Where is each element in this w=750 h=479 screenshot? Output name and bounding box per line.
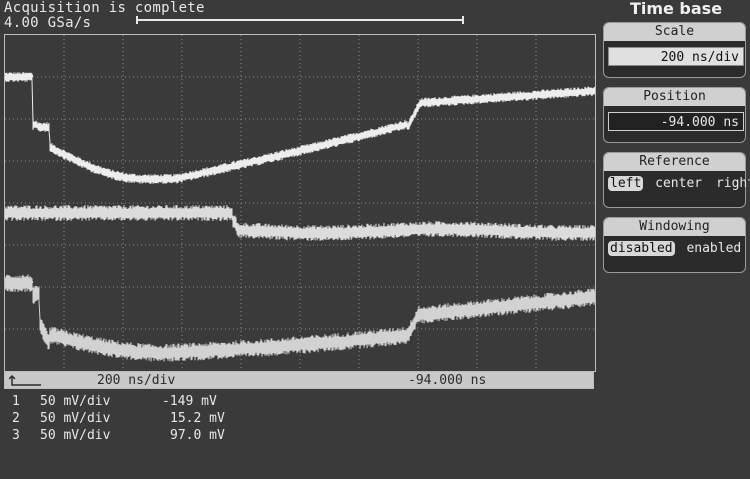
- reference-control[interactable]: Reference left center right: [603, 152, 750, 208]
- channel-offset: 97.0 mV: [170, 428, 225, 443]
- reference-option-right[interactable]: right: [714, 176, 750, 191]
- channel-scale: 50 mV/div: [40, 428, 111, 443]
- channel-row: 3 50 mV/div 97.0 mV: [0, 428, 260, 443]
- scale-control[interactable]: Scale 200 ns/div: [603, 22, 746, 78]
- windowing-header: Windowing: [604, 218, 745, 236]
- windowing-option-enabled[interactable]: enabled: [684, 241, 743, 256]
- reference-left-icon: [9, 374, 41, 386]
- trace-1-marker: [5, 75, 33, 77]
- channel-readouts: 1 50 mV/div -149 mV 2 50 mV/div 15.2 mV …: [0, 394, 260, 444]
- acquisition-status: Acquisition is complete: [4, 0, 205, 16]
- scale-value-field[interactable]: 200 ns/div: [608, 47, 744, 66]
- windowing-options: disabled enabled: [608, 241, 744, 256]
- position-header: Position: [604, 88, 745, 106]
- waveform-display[interactable]: [4, 34, 596, 372]
- channel-scale: 50 mV/div: [40, 394, 111, 409]
- reference-options: left center right: [608, 176, 750, 191]
- statusbar-position: -94.000 ns: [408, 373, 487, 388]
- channel-number: 3: [12, 428, 20, 443]
- windowing-control[interactable]: Windowing disabled enabled: [603, 217, 746, 273]
- position-value-field[interactable]: -94.000 ns: [608, 112, 744, 131]
- sample-rate: 4.00 GSa/s: [4, 15, 92, 31]
- timebase-status-bar: 200 ns/div -94.000 ns: [4, 371, 594, 389]
- channel-number: 2: [12, 411, 20, 426]
- channel-number: 1: [12, 394, 20, 409]
- acquisition-record-bar: [136, 16, 464, 24]
- reference-option-left[interactable]: left: [608, 176, 644, 191]
- position-control[interactable]: Position -94.000 ns: [603, 87, 746, 143]
- channel-row: 2 50 mV/div 15.2 mV: [0, 411, 260, 426]
- channel-row: 1 50 mV/div -149 mV: [0, 394, 260, 409]
- scale-header: Scale: [604, 23, 745, 41]
- reference-option-center[interactable]: center: [653, 176, 704, 191]
- reference-header: Reference: [604, 153, 745, 171]
- channel-offset: 15.2 mV: [170, 411, 225, 426]
- channel-offset: -149 mV: [162, 394, 217, 409]
- waveform-canvas: [5, 35, 595, 371]
- trace-3-marker: [5, 281, 33, 283]
- statusbar-scale: 200 ns/div: [97, 373, 176, 388]
- channel-scale: 50 mV/div: [40, 411, 111, 426]
- trace-2: [5, 204, 595, 241]
- panel-title: Time base: [629, 0, 723, 18]
- windowing-option-disabled[interactable]: disabled: [608, 241, 675, 256]
